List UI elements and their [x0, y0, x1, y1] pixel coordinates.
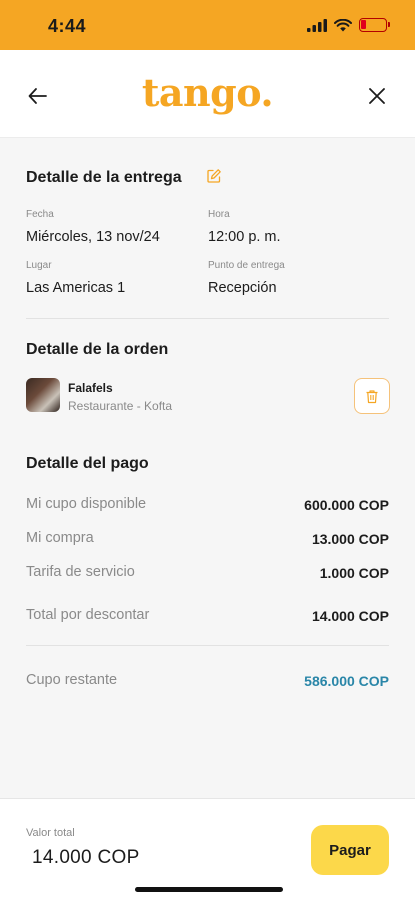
- service-fee-label: Tarifa de servicio: [26, 564, 135, 580]
- date-label: Fecha: [26, 209, 54, 220]
- place-label: Lugar: [26, 260, 52, 271]
- close-icon[interactable]: [365, 84, 389, 108]
- time-value: 12:00 p. m.: [208, 229, 281, 245]
- purchase-label: Mi compra: [26, 530, 94, 546]
- divider: [26, 318, 389, 319]
- time-label: Hora: [208, 209, 230, 220]
- total-label: Valor total: [26, 827, 75, 839]
- status-time: 4:44: [48, 16, 87, 36]
- delivery-point-label: Punto de entrega: [208, 260, 285, 271]
- divider: [26, 645, 389, 646]
- remaining-credit-label: Cupo restante: [26, 672, 118, 688]
- delete-item-button[interactable]: [354, 378, 390, 414]
- app-header: tango.: [0, 50, 415, 138]
- home-indicator: [135, 887, 283, 892]
- checkout-footer: Valor total 14.000 COP Pagar: [0, 798, 415, 900]
- signal-icon: [307, 18, 327, 32]
- order-item-thumbnail: [26, 378, 60, 412]
- total-value: 14.000 COP: [32, 847, 140, 868]
- pay-button[interactable]: Pagar: [311, 825, 389, 875]
- place-value: Las Americas 1: [26, 280, 126, 296]
- service-fee-value: 1.000 COP: [319, 565, 389, 581]
- status-icons: [307, 18, 390, 32]
- edit-icon[interactable]: [206, 168, 222, 184]
- available-credit-value: 600.000 COP: [304, 497, 389, 513]
- wifi-icon: [334, 18, 352, 31]
- order-item-subtitle: Restaurante - Kofta: [68, 399, 173, 413]
- payment-section-title: Detalle del pago: [26, 455, 149, 472]
- battery-low-icon: [359, 18, 390, 32]
- available-credit-label: Mi cupo disponible: [26, 496, 147, 512]
- order-item-name: Falafels: [68, 381, 113, 395]
- purchase-value: 13.000 COP: [311, 531, 389, 547]
- delivery-section-title: Detalle de la entrega: [26, 169, 182, 186]
- status-bar: 4:44: [0, 0, 415, 50]
- total-deduct-label: Total por descontar: [26, 607, 150, 623]
- remaining-credit-value: 586.000 COP: [304, 673, 389, 689]
- order-section-title: Detalle de la orden: [26, 341, 169, 358]
- delivery-point-value: Recepción: [208, 280, 277, 296]
- trash-icon: [366, 389, 378, 403]
- total-deduct-value: 14.000 COP: [311, 608, 389, 624]
- date-value: Miércoles, 13 nov/24: [26, 229, 160, 245]
- tango-logo: tango.: [141, 70, 274, 115]
